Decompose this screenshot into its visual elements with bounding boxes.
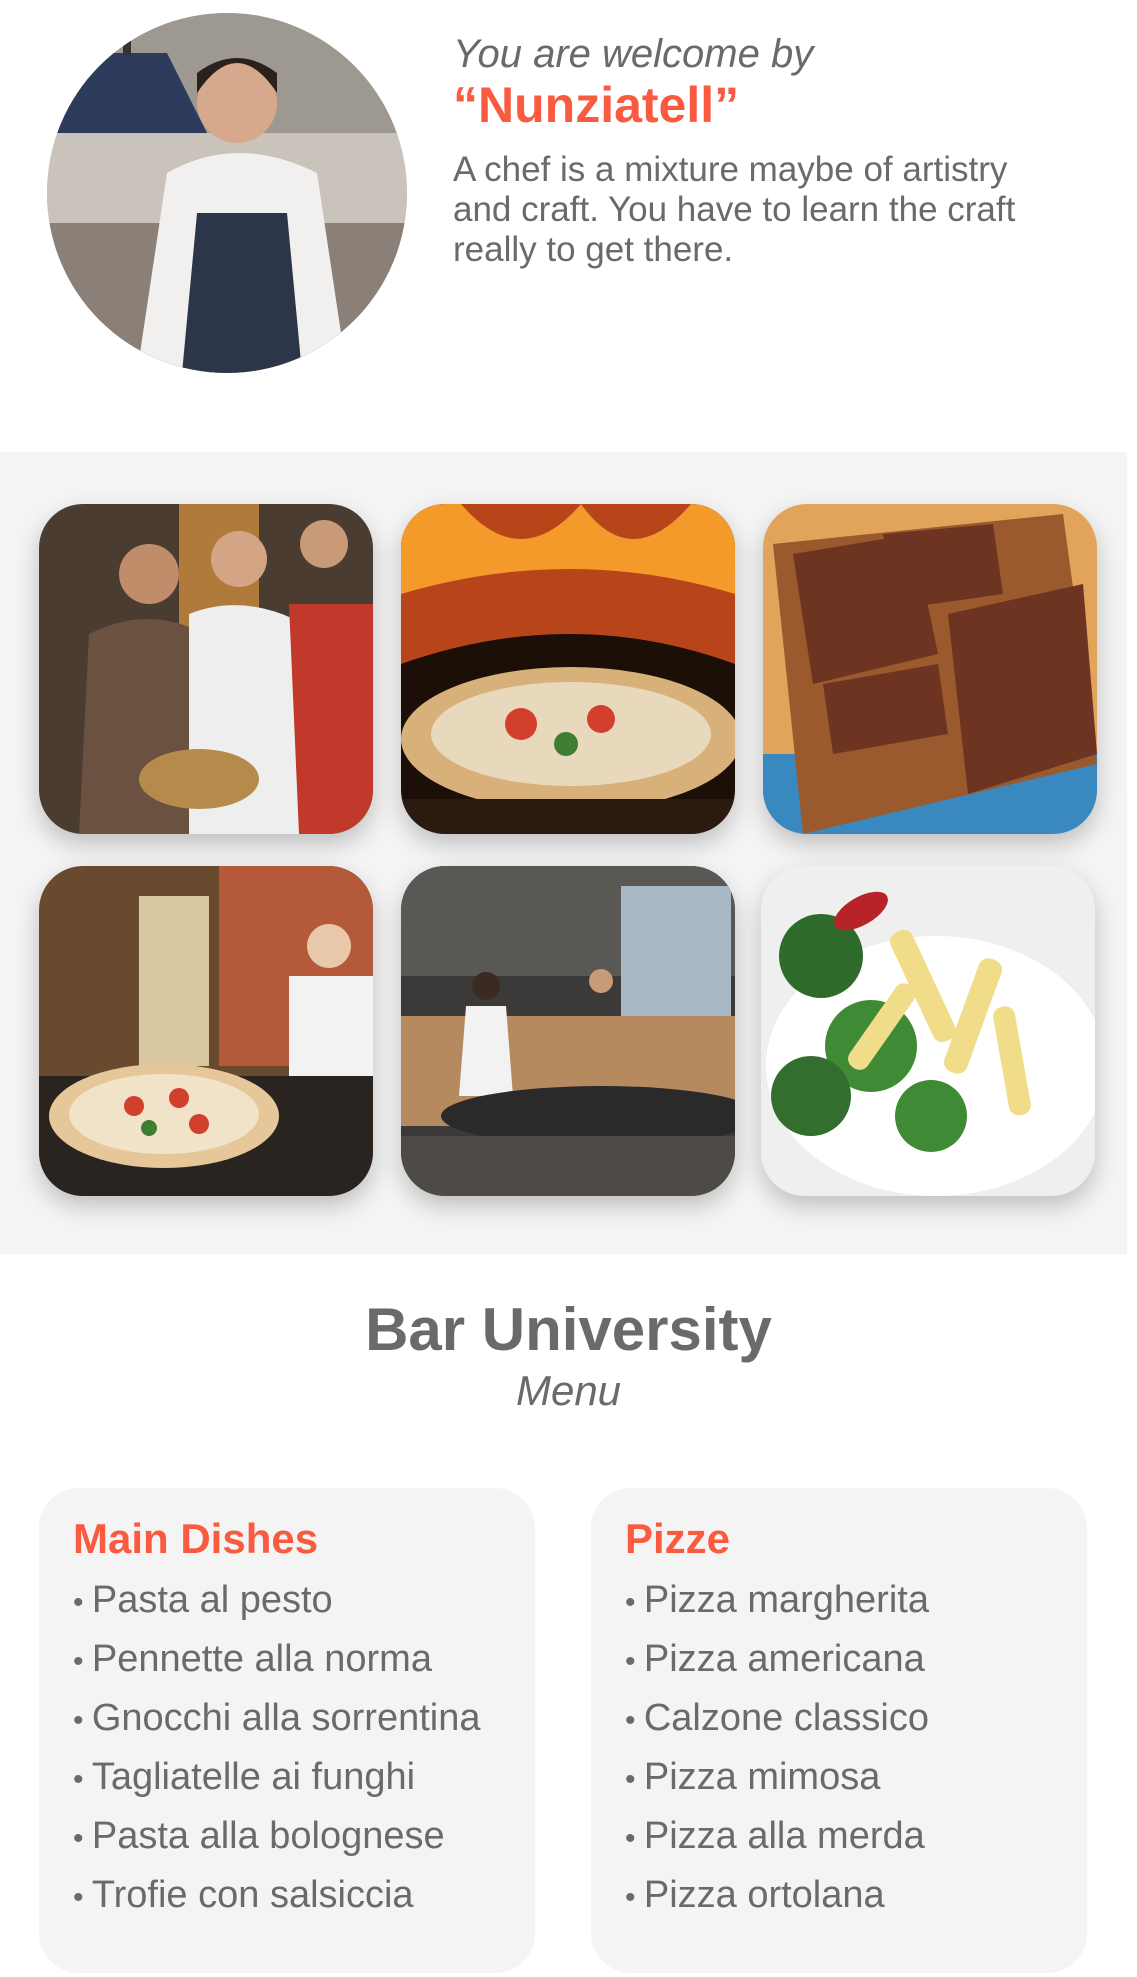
menu-section-title: Main Dishes: [73, 1515, 319, 1562]
gallery-photo-lahmacun[interactable]: [763, 504, 1097, 834]
menu-item: Pizza ortolana: [625, 1867, 1087, 1926]
menu-list: Pasta al pesto Pennette alla norma Gnocc…: [73, 1572, 535, 1926]
menu-header: Bar University Menu: [0, 1294, 1137, 1416]
menu-item: Pennette alla norma: [73, 1631, 535, 1690]
gallery-grid: [39, 504, 1097, 1196]
chef-quote: A chef is a mixture maybe of artistry an…: [453, 150, 1016, 269]
menu-card-pizze: Pizze Pizza margherita Pizza americana C…: [591, 1488, 1087, 1973]
menu-subtitle: Menu: [515, 1367, 622, 1414]
photo-gallery: [0, 452, 1127, 1254]
chef-avatar: [47, 13, 407, 373]
chef-name: “Nunziatell”: [453, 77, 740, 133]
menu-item: Pizza alla merda: [625, 1808, 1087, 1867]
welcome-line: You are welcome by: [453, 32, 814, 76]
gallery-photo-group[interactable]: [39, 504, 373, 834]
menu-item: Tagliatelle ai funghi: [73, 1749, 535, 1808]
menu-item: Pasta al pesto: [73, 1572, 535, 1631]
menu-item: Pasta alla bolognese: [73, 1808, 535, 1867]
chef-hero: You are welcome by “Nunziatell” A chef i…: [0, 0, 1137, 452]
menu-item: Pizza mimosa: [625, 1749, 1087, 1808]
menu-list: Pizza margherita Pizza americana Calzone…: [625, 1572, 1087, 1926]
gallery-photo-pasta[interactable]: [761, 866, 1095, 1196]
menu-item: Pizza americana: [625, 1631, 1087, 1690]
menu-title: Bar University: [365, 1296, 772, 1363]
menu-item: Trofie con salsiccia: [73, 1867, 535, 1926]
gallery-photo-pizza-oven[interactable]: [401, 504, 735, 834]
menu-section-title: Pizze: [625, 1515, 731, 1562]
gallery-photo-pizza-baker[interactable]: [39, 866, 373, 1196]
menu-card-main-dishes: Main Dishes Pasta al pesto Pennette alla…: [39, 1488, 535, 1973]
menu-item: Pizza margherita: [625, 1572, 1087, 1631]
menu-item: Gnocchi alla sorrentina: [73, 1690, 535, 1749]
hero-text: You are welcome by “Nunziatell” A chef i…: [453, 30, 1093, 270]
gallery-photo-restaurant[interactable]: [401, 866, 735, 1196]
menu-item: Calzone classico: [625, 1690, 1087, 1749]
